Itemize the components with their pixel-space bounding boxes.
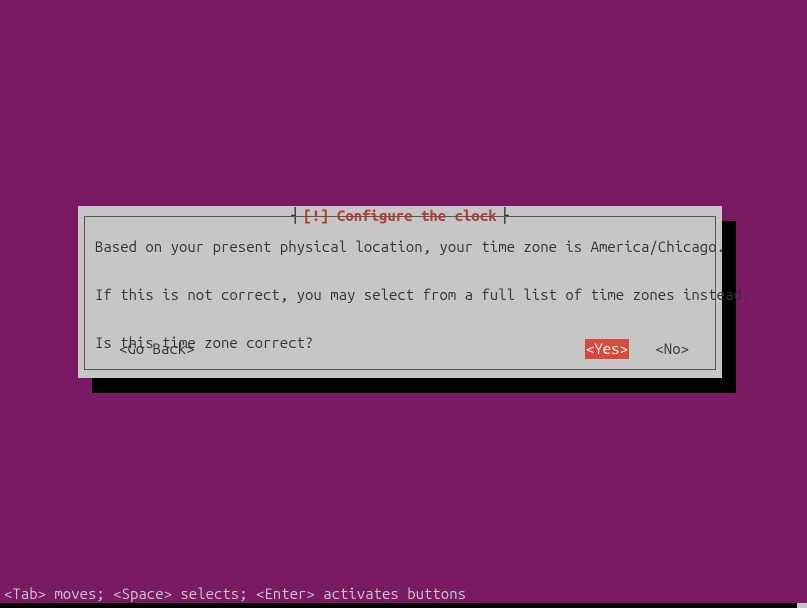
installer-screen: ┤[!] Configure the clock├ Based on your … xyxy=(0,0,807,608)
status-bar: <Tab> moves; <Space> selects; <Enter> ac… xyxy=(0,584,807,603)
no-button[interactable]: <No> xyxy=(655,339,689,359)
dialog-line-2: If this is not correct, you may select f… xyxy=(95,286,750,303)
dialog-button-row: <Go Back> <Yes> <No> xyxy=(95,339,705,359)
configure-clock-dialog: ┤[!] Configure the clock├ Based on your … xyxy=(78,206,722,378)
text-cursor xyxy=(797,603,807,608)
dialog-line-1: Based on your present physical location,… xyxy=(95,238,725,255)
go-back-button[interactable]: <Go Back> xyxy=(119,339,195,359)
dialog-inner: Based on your present physical location,… xyxy=(84,216,716,370)
yes-button[interactable]: <Yes> xyxy=(585,339,629,359)
dialog-body: Based on your present physical location,… xyxy=(95,235,705,355)
bottom-strip xyxy=(0,603,807,608)
